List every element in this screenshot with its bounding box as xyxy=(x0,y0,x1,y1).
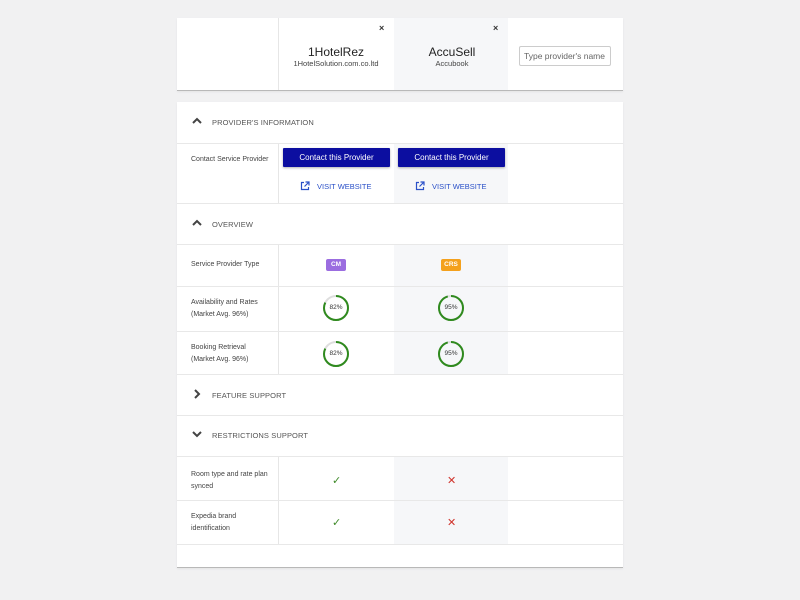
booking-market-avg: (Market Avg. 96%) xyxy=(191,356,249,363)
external-link-icon xyxy=(415,181,425,191)
provider-1-brand-check-icon: ✓ xyxy=(332,517,342,529)
visit-website-label: VISIT WEBSITE xyxy=(317,181,372,191)
provider-2-brand-cross-icon: ✕ xyxy=(447,517,457,529)
remove-provider-2-button[interactable]: × xyxy=(493,23,498,33)
column-divider xyxy=(278,143,279,203)
row-divider xyxy=(177,544,623,545)
booking-label: Booking Retrieval xyxy=(191,344,246,351)
provider-header-card: × 1HotelRez 1HotelSolution.com.co.ltd × … xyxy=(177,18,623,91)
visit-website-provider-2-link[interactable]: VISIT WEBSITE xyxy=(415,181,486,191)
section-title: OVERVIEW xyxy=(212,220,254,229)
row-divider xyxy=(177,500,623,501)
external-link-icon xyxy=(300,181,310,191)
provider-2-name: AccuSell xyxy=(428,45,476,59)
contact-row-label: Contact Service Provider xyxy=(191,156,269,163)
section-provider-info-toggle[interactable]: PROVIDER'S INFORMATION xyxy=(177,102,623,142)
booking-row-label: Booking Retrieval (Market Avg. 96%) xyxy=(191,342,271,366)
availability-market-avg: (Market Avg. 96%) xyxy=(191,311,249,318)
provider-1-name: 1HotelRez xyxy=(307,45,365,59)
provider-2-booking-value: 95% xyxy=(444,350,458,357)
provider-1-room-type-check-icon: ✓ xyxy=(332,475,342,487)
type-row-label: Service Provider Type xyxy=(191,261,260,268)
visit-website-label: VISIT WEBSITE xyxy=(432,181,487,191)
remove-provider-1-button[interactable]: × xyxy=(379,23,384,33)
section-overview-toggle[interactable]: OVERVIEW xyxy=(177,204,623,244)
section-feature-support-toggle[interactable]: FEATURE SUPPORT xyxy=(177,375,623,415)
column-divider xyxy=(278,244,279,374)
provider-1-subtitle: 1HotelSolution.com.co.ltd xyxy=(293,59,379,68)
row-divider xyxy=(177,331,623,332)
section-restrictions-support-toggle[interactable]: RESTRICTIONS SUPPORT xyxy=(177,415,623,455)
provider-2-room-type-cross-icon: ✕ xyxy=(447,475,457,487)
provider-1-type-badge: CM xyxy=(326,259,346,271)
chevron-right-icon xyxy=(194,389,201,399)
chevron-up-icon xyxy=(192,219,202,226)
provider-search-input[interactable] xyxy=(519,46,611,66)
brand-row-label: Expedia brand identification xyxy=(191,513,237,532)
provider-2-type-badge: CRS xyxy=(441,259,461,271)
comparison-table: PROVIDER'S INFORMATION Contact Service P… xyxy=(177,102,623,568)
chevron-down-icon xyxy=(192,431,202,438)
row-divider xyxy=(177,286,623,287)
provider-2-availability-value: 95% xyxy=(444,304,458,311)
availability-label: Availability and Rates xyxy=(191,299,258,306)
provider-1-booking-value: 82% xyxy=(329,350,343,357)
row-divider xyxy=(177,244,623,245)
row-divider xyxy=(177,456,623,457)
room-type-row-label: Room type and rate plan synced xyxy=(191,471,268,490)
row-divider xyxy=(177,143,623,144)
contact-provider-2-button[interactable]: Contact this Provider xyxy=(398,148,505,167)
provider-2-subtitle: Accubook xyxy=(435,59,469,68)
visit-website-provider-1-link[interactable]: VISIT WEBSITE xyxy=(300,181,371,191)
chevron-up-icon xyxy=(192,117,202,124)
section-title: PROVIDER'S INFORMATION xyxy=(212,118,314,127)
contact-provider-1-button[interactable]: Contact this Provider xyxy=(283,148,390,167)
section-title: FEATURE SUPPORT xyxy=(212,391,287,400)
section-title: RESTRICTIONS SUPPORT xyxy=(212,431,309,440)
availability-row-label: Availability and Rates (Market Avg. 96%) xyxy=(191,297,271,321)
provider-1-availability-value: 82% xyxy=(329,304,343,311)
